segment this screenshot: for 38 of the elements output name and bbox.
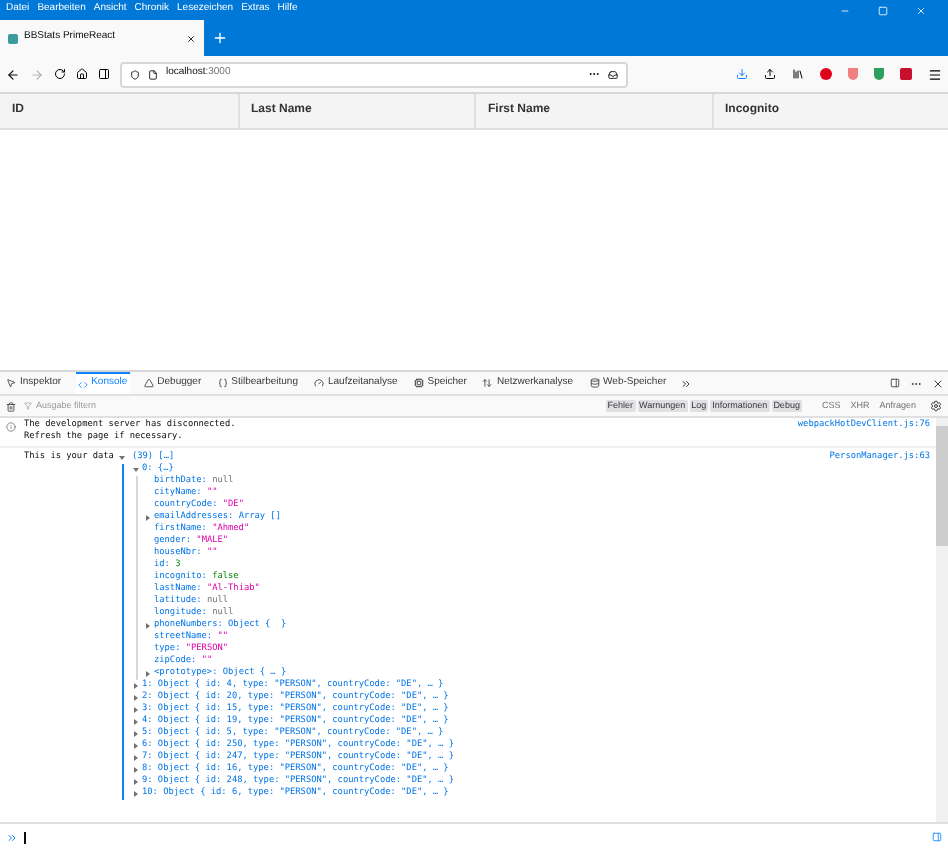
- page-icon: [148, 69, 158, 79]
- split-console-icon[interactable]: [932, 832, 942, 842]
- download-icon[interactable]: [736, 68, 748, 80]
- prompt-icon: [6, 831, 18, 843]
- disclosure-caret-icon[interactable]: [144, 514, 152, 522]
- settings-icon[interactable]: [930, 400, 942, 412]
- shield-icon: [130, 69, 140, 79]
- scrollbar[interactable]: [936, 418, 948, 822]
- extension-icon[interactable]: [820, 68, 832, 80]
- close-icon[interactable]: [932, 377, 944, 389]
- new-tab-icon[interactable]: [212, 30, 228, 46]
- tab-icon: [589, 378, 600, 388]
- back-icon[interactable]: [6, 67, 20, 81]
- library-icon[interactable]: [792, 68, 804, 80]
- extension-icon[interactable]: [848, 68, 858, 80]
- tab-icon: [143, 378, 154, 388]
- menu-icon[interactable]: [928, 67, 942, 81]
- tab-icon: [77, 379, 88, 389]
- tab-icon: [482, 378, 493, 388]
- pocket-icon[interactable]: [608, 69, 618, 79]
- home-icon[interactable]: [76, 68, 88, 80]
- dock-icon[interactable]: [890, 378, 900, 388]
- tab-icon: [313, 378, 324, 388]
- info-icon: [6, 422, 16, 432]
- extension-icon[interactable]: [874, 68, 884, 80]
- tab-icon: [6, 378, 16, 388]
- tab-icon: [413, 378, 424, 388]
- tab-icon: [217, 378, 228, 388]
- favicon-icon: [8, 33, 18, 43]
- console-input[interactable]: [0, 822, 948, 850]
- disclosure-caret-icon[interactable]: [144, 622, 152, 630]
- filter-icon: [24, 402, 32, 410]
- extension-icon[interactable]: [900, 68, 912, 80]
- sidebar-icon[interactable]: [98, 68, 110, 80]
- trash-icon[interactable]: [6, 401, 16, 411]
- upload-icon[interactable]: [764, 68, 776, 80]
- maximize-icon[interactable]: [878, 5, 888, 15]
- reload-icon[interactable]: [54, 68, 66, 80]
